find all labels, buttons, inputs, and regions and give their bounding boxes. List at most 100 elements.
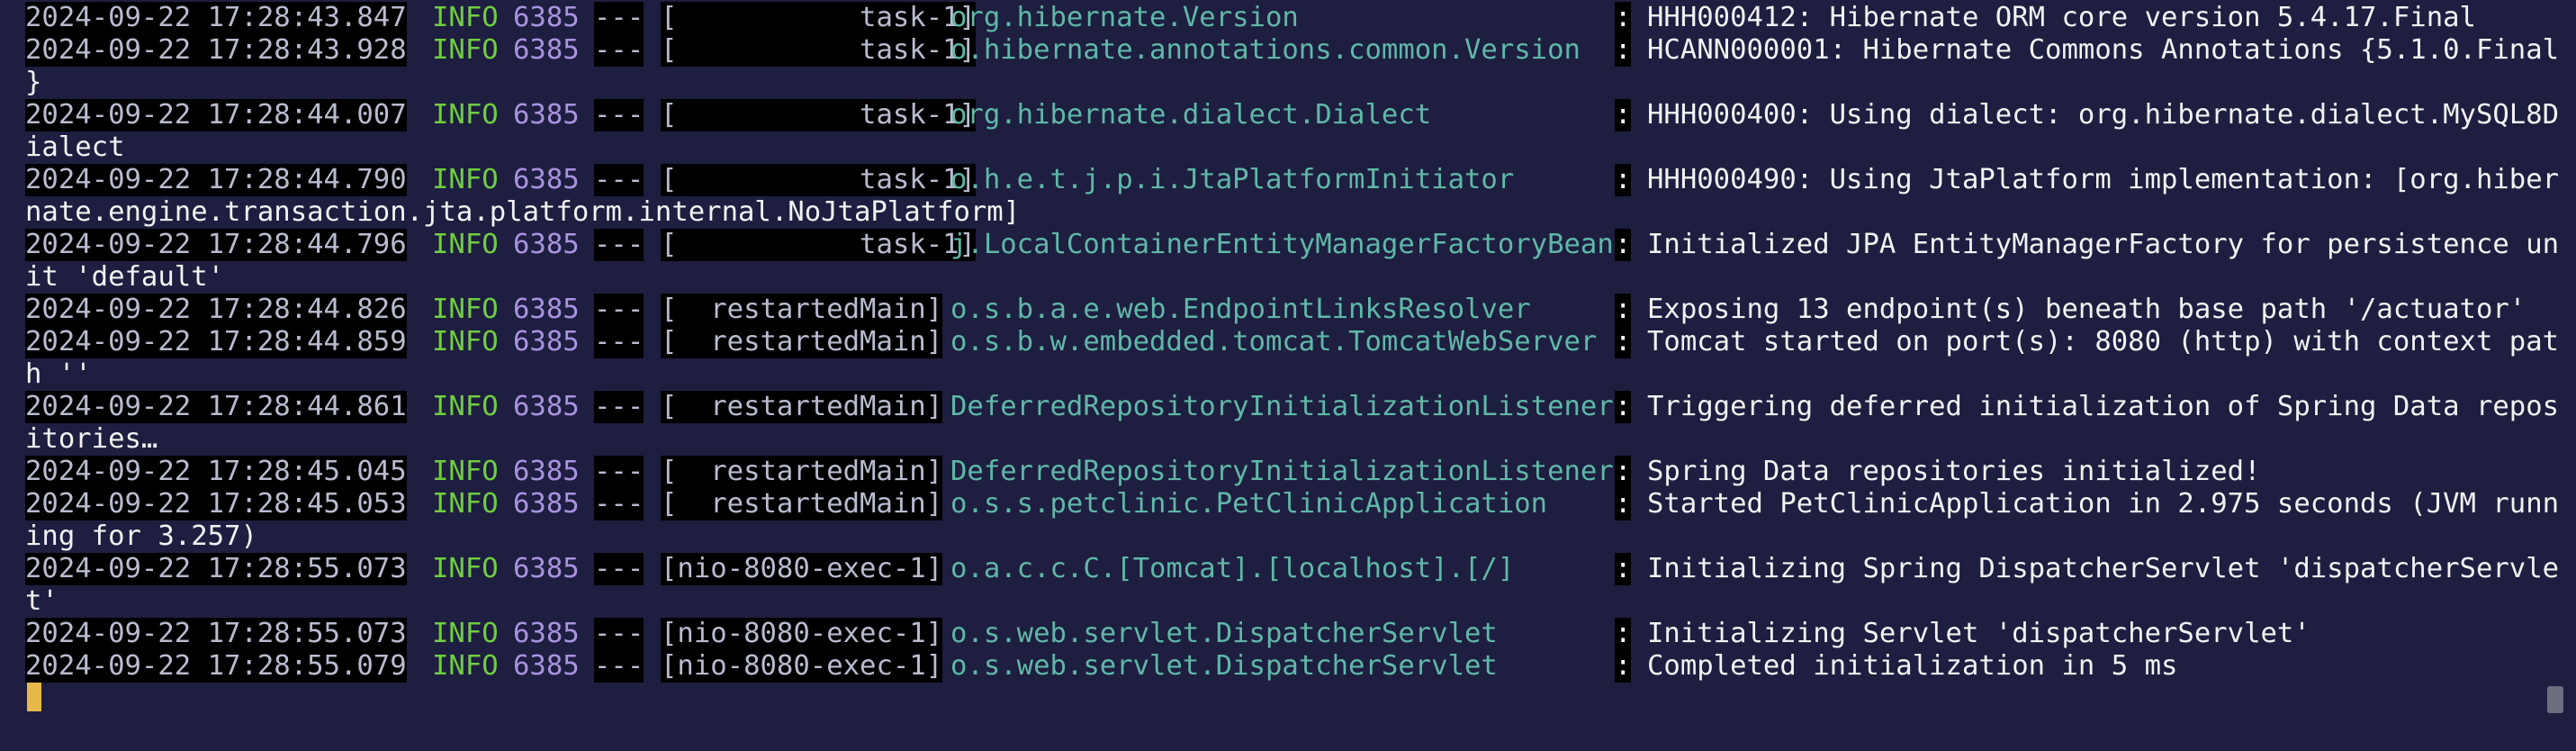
log-colon: : [1615,618,1632,650]
log-timestamp: 2024-09-22 17:28:45.045 [25,456,407,488]
log-colon: : [1615,391,1632,423]
log-line: 2024-09-22 17:28:44.826 INFO 6385 --- [ rest… [25,294,2536,326]
log-line: 2024-09-22 17:28:45.053 INFO 6385 --- [ rest… [25,488,2559,520]
log-line: 2024-09-22 17:28:43.928 INFO 6385 --- [ task… [25,34,2559,67]
log-colon: : [1615,326,1632,358]
log-line-wrap: nate.engine.transaction.jta.platform.int… [25,196,2536,229]
log-logger: org.hibernate.dialect.Dialect [950,99,1432,131]
log-message: Completed initialization in 5 ms [1647,650,2178,682]
log-message: Initialized JPA EntityManagerFactory for… [1647,229,2560,260]
log-separator: --- [594,164,644,196]
log-level: INFO [432,553,499,584]
log-level: INFO [432,456,499,487]
log-level: INFO [432,294,499,325]
log-colon: : [1615,488,1632,520]
log-line-wrap: itories… [25,423,2536,456]
log-timestamp: 2024-09-22 17:28:44.796 [25,229,407,261]
log-pid: 6385 [513,456,580,487]
log-timestamp: 2024-09-22 17:28:44.861 [25,391,407,423]
log-message: HHH000412: Hibernate ORM core version 5.… [1647,2,2476,33]
log-line-wrap: h '' [25,358,2536,391]
log-message-continuation: it 'default' [25,261,225,293]
log-timestamp: 2024-09-22 17:28:44.859 [25,326,407,358]
log-timestamp: 2024-09-22 17:28:43.928 [25,34,407,67]
log-logger: DeferredRepositoryInitializationListener [950,391,1614,422]
log-timestamp: 2024-09-22 17:28:45.053 [25,488,407,520]
scrollbar-thumb[interactable] [2547,686,2563,713]
log-message-continuation: t' [25,585,59,617]
log-separator: --- [594,294,644,326]
log-separator: --- [594,2,644,34]
log-separator: --- [594,456,644,488]
log-timestamp: 2024-09-22 17:28:43.847 [25,2,407,34]
log-message: Exposing 13 endpoint(s) beneath base pat… [1647,294,2526,325]
log-pid: 6385 [513,164,580,195]
log-separator: --- [594,326,644,358]
log-pid: 6385 [513,229,580,260]
log-thread: [nio-8080-exec-1] [661,553,943,585]
log-line: 2024-09-22 17:28:44.859 INFO 6385 --- [ rest… [25,326,2559,358]
log-line: 2024-09-22 17:28:55.073 INFO 6385 --- [nio-8… [25,553,2559,585]
log-separator: --- [594,488,644,520]
log-line: 2024-09-22 17:28:45.045 INFO 6385 --- [ rest… [25,456,2536,488]
log-level: INFO [432,99,499,131]
log-message: Initializing Servlet 'dispatcherServlet' [1647,618,2310,649]
log-message: HCANN000001: Hibernate Commons Annotatio… [1647,34,2560,66]
log-level: INFO [432,618,499,649]
log-logger: o.s.web.servlet.DispatcherServlet [950,618,1498,649]
log-separator: --- [594,99,644,131]
log-separator: --- [594,650,644,683]
log-pid: 6385 [513,553,580,584]
log-message: Triggering deferred initialization of Sp… [1647,391,2560,422]
log-logger: o.a.c.c.C.[Tomcat].[localhost].[/] [950,553,1515,584]
log-logger: o.s.b.a.e.web.EndpointLinksResolver [950,294,1531,325]
log-level: INFO [432,650,499,682]
log-level: INFO [432,164,499,195]
log-line: 2024-09-22 17:28:55.079 INFO 6385 --- [nio-8… [25,650,2536,683]
log-logger: o.s.b.w.embedded.tomcat.TomcatWebServer [950,326,1598,357]
log-pid: 6385 [513,618,580,649]
log-thread: [nio-8080-exec-1] [661,618,943,650]
log-level: INFO [432,2,499,33]
log-pid: 6385 [513,34,580,66]
log-timestamp: 2024-09-22 17:28:44.007 [25,99,407,131]
log-colon: : [1615,164,1632,196]
log-thread: [ restartedMain] [661,488,943,520]
log-line: 2024-09-22 17:28:44.861 INFO 6385 --- [ rest… [25,391,2559,423]
log-timestamp: 2024-09-22 17:28:44.826 [25,294,407,326]
log-colon: : [1615,553,1632,585]
log-thread: [ task-1] [661,99,976,131]
log-separator: --- [594,34,644,67]
log-line-wrap: t' [25,585,2536,618]
log-logger: DeferredRepositoryInitializationListener [950,456,1614,487]
log-message: Initializing Spring DispatcherServlet 'd… [1647,553,2560,584]
log-separator: --- [594,553,644,585]
log-pid: 6385 [513,2,580,33]
log-pid: 6385 [513,391,580,422]
log-logger: j.LocalContainerEntityManagerFactoryBean [950,229,1614,260]
log-colon: : [1615,294,1632,326]
log-level: INFO [432,488,499,520]
log-thread: [ restartedMain] [661,326,943,358]
log-message-continuation: } [25,67,42,98]
log-pid: 6385 [513,326,580,357]
log-message-continuation: h '' [25,358,92,390]
log-line-wrap: } [25,67,2536,99]
log-separator: --- [594,618,644,650]
text-cursor [27,683,41,711]
log-message-continuation: itories… [25,423,158,455]
log-logger: o.h.e.t.j.p.i.JtaPlatformInitiator [950,164,1515,195]
log-level: INFO [432,229,499,260]
terminal-output[interactable]: 2024-09-22 17:28:43.847 INFO 6385 --- [ task… [25,2,2559,683]
log-line-wrap: ing for 3.257) [25,520,2536,553]
log-thread: [ task-1] [661,2,976,34]
log-thread: [ restartedMain] [661,456,943,488]
log-colon: : [1615,650,1632,683]
log-message-continuation: ialect [25,131,125,163]
log-logger: o.hibernate.annotations.common.Version [950,34,1581,66]
log-line: 2024-09-22 17:28:55.073 INFO 6385 --- [nio-8… [25,618,2536,650]
log-message: Spring Data repositories initialized! [1647,456,2261,487]
log-line: 2024-09-22 17:28:43.847 INFO 6385 --- [ task… [25,2,2536,34]
log-timestamp: 2024-09-22 17:28:55.073 [25,553,407,585]
log-logger: o.s.web.servlet.DispatcherServlet [950,650,1498,682]
